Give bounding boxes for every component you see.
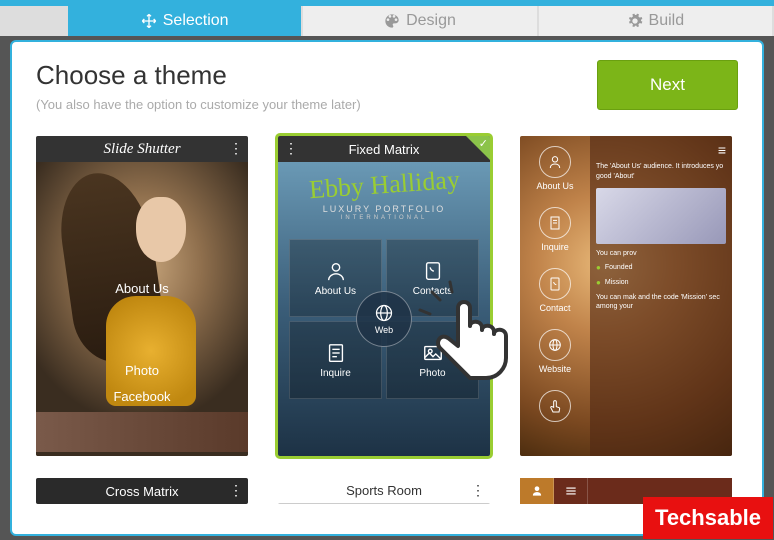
hamburger-icon[interactable]: ≡	[596, 142, 726, 158]
luxury-text: LUXURY PORTFOLIO	[323, 204, 446, 214]
header-row: Choose a theme (You also have the option…	[36, 60, 738, 112]
page-title: Choose a theme	[36, 60, 361, 91]
page-subtitle: (You also have the option to customize y…	[36, 97, 361, 112]
gear-icon	[627, 13, 643, 29]
cell-label: About Us	[315, 286, 356, 297]
panel-item: Mission	[596, 278, 726, 287]
cell-label: Web	[375, 325, 393, 335]
wizard-tabs: Selection Design Build	[0, 6, 774, 36]
move-icon	[141, 13, 157, 29]
theme-preview: About Us Inquire Contact Website	[520, 136, 732, 456]
panel-text: The 'About Us' audience. It introduces y…	[596, 162, 726, 182]
ico-label: Contact	[539, 303, 570, 313]
preview-label: Photo	[36, 359, 248, 382]
ico-website: Website	[539, 329, 571, 374]
content-panel: Choose a theme (You also have the option…	[10, 40, 764, 536]
cell-label: Photo	[419, 368, 445, 379]
theme-header: Slide Shutter ⋮	[36, 136, 248, 162]
selected-check-icon	[466, 136, 490, 160]
watermark: Techsable	[643, 497, 773, 539]
tab-selection[interactable]: Selection	[68, 6, 301, 36]
ico-label: Inquire	[541, 242, 569, 252]
theme-preview: About Us Photo Facebook	[36, 162, 248, 456]
script-logo: Ebby Halliday	[308, 167, 460, 203]
theme-grid-row2: Cross Matrix ⋮ Sports Room ⋮	[36, 478, 738, 504]
more-icon[interactable]: ⋮	[229, 140, 242, 157]
next-button[interactable]: Next	[597, 60, 738, 110]
side-panel: ≡ The 'About Us' audience. It introduces…	[590, 136, 732, 456]
person-icon	[547, 154, 563, 170]
preview-label: Facebook	[36, 385, 248, 408]
globe-icon	[547, 337, 563, 353]
more-icon[interactable]: ⋮	[471, 482, 484, 499]
panel-text: You can prov	[596, 250, 726, 257]
panel-text: You can mak and the code 'Mission' sec a…	[596, 293, 726, 313]
hamburger-icon	[564, 484, 578, 498]
theme-preview: Ebby Halliday LUXURY PORTFOLIO INTERNATI…	[278, 162, 490, 456]
person-icon	[530, 484, 544, 498]
matrix-grid: About Us Contacts Inquire Photo	[289, 239, 479, 399]
more-icon[interactable]: ⋮	[284, 140, 297, 157]
tab-design[interactable]: Design	[303, 6, 536, 36]
theme-header: Sports Room ⋮	[278, 478, 490, 504]
theme-title: Cross Matrix	[106, 484, 179, 499]
panel-photo	[596, 188, 726, 244]
document-icon	[547, 215, 563, 231]
theme-card-fixed-matrix[interactable]: Fixed Matrix ⋮ Ebby Halliday LUXURY PORT…	[278, 136, 490, 456]
phonebook-icon	[422, 260, 444, 282]
theme-card-slide-shutter[interactable]: Slide Shutter ⋮ About Us Photo Facebook	[36, 136, 248, 456]
ico-label: About Us	[536, 181, 573, 191]
face-shape	[136, 197, 186, 262]
theme-grid: Slide Shutter ⋮ About Us Photo Facebook …	[36, 136, 738, 456]
tab-person[interactable]	[520, 478, 554, 504]
ico-label: Website	[539, 364, 571, 374]
ico-about: About Us	[536, 146, 573, 191]
preview-bottom	[36, 412, 248, 452]
tab-build[interactable]: Build	[539, 6, 772, 36]
ico-inquire: Inquire	[539, 207, 571, 252]
theme-title: Sports Room	[346, 483, 422, 498]
phonebook-icon	[547, 276, 563, 292]
panel-item: Founded	[596, 263, 726, 272]
globe-icon	[374, 303, 394, 323]
more-icon[interactable]: ⋮	[229, 482, 242, 499]
ico-contact: Contact	[539, 268, 571, 313]
theme-header: Cross Matrix ⋮	[36, 478, 248, 504]
image-icon	[422, 342, 444, 364]
palette-icon	[384, 13, 400, 29]
heading-block: Choose a theme (You also have the option…	[36, 60, 361, 112]
cell-label: Contacts	[413, 286, 452, 297]
theme-card-bokeh[interactable]: About Us Inquire Contact Website	[520, 136, 732, 456]
cell-web: Web	[356, 291, 412, 347]
icon-column: About Us Inquire Contact Website	[520, 136, 590, 456]
theme-card-sports-room[interactable]: Sports Room ⋮	[278, 478, 490, 504]
cell-label: Inquire	[320, 368, 351, 379]
tab-label: Design	[406, 12, 456, 30]
ico-touch	[539, 390, 571, 425]
theme-title: Fixed Matrix	[349, 142, 420, 157]
person-icon	[325, 260, 347, 282]
theme-header: Fixed Matrix ⋮	[278, 136, 490, 162]
theme-card-cross-matrix[interactable]: Cross Matrix ⋮	[36, 478, 248, 504]
touch-icon	[547, 398, 563, 414]
tab-menu[interactable]	[554, 478, 588, 504]
preview-label: About Us	[36, 277, 248, 300]
theme-title: Slide Shutter	[103, 141, 180, 158]
intl-text: INTERNATIONAL	[341, 215, 428, 221]
tab-label: Selection	[163, 12, 229, 30]
tab-label: Build	[649, 12, 685, 30]
document-icon	[325, 342, 347, 364]
